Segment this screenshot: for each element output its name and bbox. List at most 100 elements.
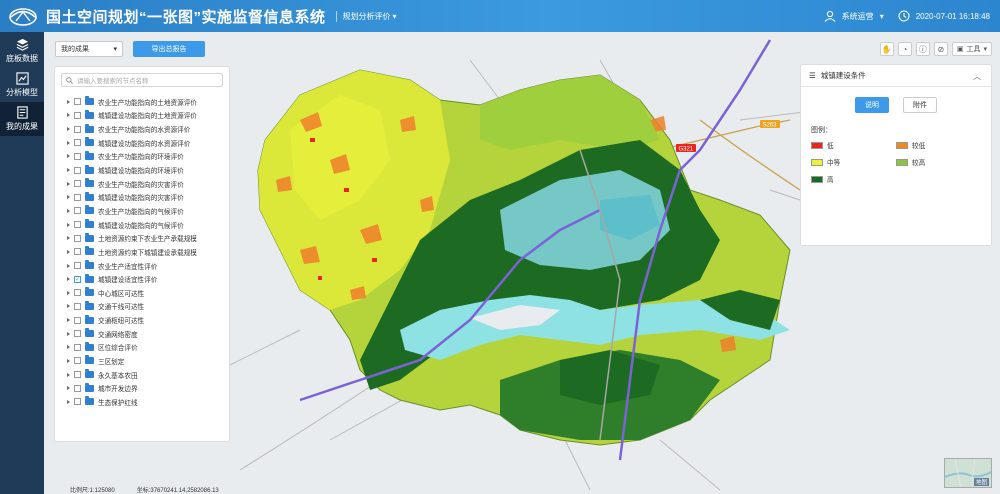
tree-item-checkbox[interactable] [74, 98, 81, 106]
tree-item[interactable]: 中心城区可达性 [61, 286, 223, 300]
module-dropdown[interactable]: 规划分析评价 ▾ [335, 10, 397, 22]
tree-item-checkbox[interactable] [74, 316, 81, 324]
expand-caret-icon[interactable] [67, 318, 70, 323]
expand-caret-icon[interactable] [67, 140, 70, 145]
tree-item[interactable]: 农业生产功能指向的土地资源评价 [61, 95, 223, 109]
tree-item-checkbox[interactable] [74, 152, 81, 160]
tree-item[interactable]: 城镇建设功能指向的气候评价 [61, 218, 223, 232]
folder-icon [85, 205, 94, 215]
tree-item[interactable]: 城镇建设功能指向的灾害评价 [61, 190, 223, 204]
tree-item-label: 农业生产功能指向的环境评价 [98, 154, 184, 162]
nav-item-my-results[interactable]: 我的成果 [0, 102, 44, 136]
tree-item[interactable]: 城镇建设功能指向的土地资源评价 [61, 109, 223, 123]
tree-item-checkbox[interactable] [74, 248, 81, 256]
tree-item[interactable]: 交通干线可达性 [61, 300, 223, 314]
tree-item-checkbox[interactable] [74, 221, 81, 229]
clear-icon[interactable]: ⊘ [933, 42, 948, 56]
tree-item[interactable]: 农业生产适宜性评价 [61, 259, 223, 273]
expand-caret-icon[interactable] [67, 263, 70, 268]
nav-item-analysis-model[interactable]: 分析模型 [0, 68, 44, 102]
tree-item-checkbox[interactable]: ✓ [74, 275, 81, 283]
nav-item-base-data[interactable]: 底板数据 [0, 34, 44, 68]
expand-caret-icon[interactable] [67, 208, 70, 213]
tree-item-label: 中心城区可达性 [98, 290, 145, 298]
expand-caret-icon[interactable] [67, 222, 70, 227]
tree-item-checkbox[interactable] [74, 262, 81, 269]
tree-item[interactable]: 农业生产功能指向的灾害评价 [61, 177, 223, 191]
collapse-icon[interactable]: ︿ [973, 71, 981, 82]
tree-item-checkbox[interactable] [74, 111, 81, 119]
expand-caret-icon[interactable] [67, 372, 70, 377]
tree-item[interactable]: 永久基本农田 [61, 368, 223, 382]
expand-caret-icon[interactable] [67, 195, 70, 200]
expand-caret-icon[interactable] [67, 249, 70, 254]
tab-attachments[interactable]: 附件 [903, 97, 937, 113]
tree-item-checkbox[interactable] [74, 398, 81, 406]
measure-icon[interactable]: ◔ [897, 42, 912, 56]
layer-tree-panel: 请输入要搜索的节点名称 农业生产功能指向的土地资源评价 城镇建设功能指向的土地资源… [54, 66, 230, 442]
expand-caret-icon[interactable] [67, 236, 70, 241]
tree-item-checkbox[interactable] [74, 343, 81, 351]
tree-item-checkbox[interactable] [74, 166, 81, 174]
tab-description[interactable]: 说明 [855, 97, 889, 113]
expand-caret-icon[interactable] [67, 99, 70, 104]
expand-caret-icon[interactable] [67, 168, 70, 173]
tree-item[interactable]: 农业生产功能指向的水资源评价 [61, 122, 223, 136]
tree-item-checkbox[interactable] [74, 384, 81, 392]
expand-caret-icon[interactable] [67, 304, 70, 309]
info-icon[interactable]: ⓘ [915, 42, 930, 56]
road-label-g321: G321 [679, 147, 694, 153]
tree-item[interactable]: 土地资源约束下农业生产承载规模 [61, 231, 223, 245]
tree-item-label: 土地资源约束下农业生产承载规模 [98, 236, 197, 244]
clock-icon [898, 10, 910, 22]
chevron-down-icon: ▾ [879, 11, 884, 21]
tree-item[interactable]: 城市开发边界 [61, 381, 223, 395]
tree-item[interactable]: 交通枢纽可达性 [61, 313, 223, 327]
tree-item[interactable]: 农业生产功能指向的气候评价 [61, 204, 223, 218]
expand-caret-icon[interactable] [67, 358, 70, 363]
legend-swatch [896, 141, 908, 149]
scope-select-value: 我的成果 [61, 46, 89, 53]
expand-caret-icon[interactable] [67, 345, 70, 350]
tree-item[interactable]: 三区划定 [61, 354, 223, 368]
tree-item-checkbox[interactable] [74, 139, 81, 147]
pan-icon[interactable]: ✋ [879, 42, 894, 56]
folder-icon [85, 369, 94, 379]
minimap[interactable]: 地图 [944, 458, 992, 488]
tree-item-checkbox[interactable] [74, 125, 81, 133]
tree-item-checkbox[interactable] [74, 207, 81, 215]
expand-caret-icon[interactable] [67, 181, 70, 186]
expand-caret-icon[interactable] [67, 127, 70, 132]
tree-item[interactable]: 生态保护红线 [61, 395, 223, 409]
tree-item[interactable]: 区位综合评价 [61, 341, 223, 355]
expand-caret-icon[interactable] [67, 386, 70, 391]
expand-caret-icon[interactable] [67, 290, 70, 295]
expand-caret-icon[interactable] [67, 113, 70, 118]
user-menu[interactable]: 系统运营 [842, 11, 874, 22]
expand-caret-icon[interactable] [67, 154, 70, 159]
tree-item-checkbox[interactable] [74, 234, 81, 242]
tree-item[interactable]: 城镇建设功能指向的水资源评价 [61, 136, 223, 150]
tree-item[interactable]: 交通网络密度 [61, 327, 223, 341]
folder-icon [85, 219, 94, 229]
tree-item-checkbox[interactable] [74, 193, 81, 201]
tree-item-checkbox[interactable] [74, 180, 81, 188]
tree-item-checkbox[interactable] [74, 289, 81, 297]
tree-item-checkbox[interactable] [74, 357, 81, 365]
tree-item[interactable]: 土地资源约束下城镇建设承载规模 [61, 245, 223, 259]
tree-item-checkbox[interactable] [74, 302, 81, 310]
tools-dropdown[interactable]: ▣ 工具 ▾ [951, 42, 992, 56]
tree-item-checkbox[interactable] [74, 330, 81, 338]
expand-caret-icon[interactable] [67, 399, 70, 404]
scope-select[interactable]: 我的成果 ▾ [55, 41, 123, 57]
legend-entry-label: 低 [827, 143, 834, 150]
tree-item[interactable]: 农业生产功能指向的环境评价 [61, 150, 223, 164]
expand-caret-icon[interactable] [67, 331, 70, 336]
tree-item[interactable]: ✓ 城镇建设适宜性评价 [61, 272, 223, 286]
tree-item[interactable]: 城镇建设功能指向的环境评价 [61, 163, 223, 177]
layers-icon [16, 38, 28, 51]
tree-search-input[interactable]: 请输入要搜索的节点名称 [61, 73, 223, 87]
export-report-button[interactable]: 导出总报告 [133, 41, 205, 57]
tree-item-checkbox[interactable] [74, 371, 81, 379]
expand-caret-icon[interactable] [67, 277, 70, 282]
